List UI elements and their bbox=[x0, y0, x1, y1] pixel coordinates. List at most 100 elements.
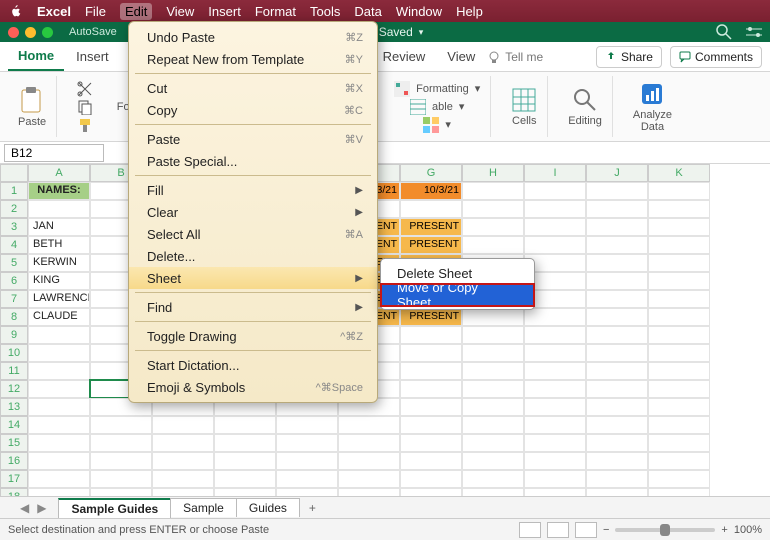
row-header[interactable]: 6 bbox=[0, 272, 28, 290]
cell[interactable] bbox=[648, 434, 710, 452]
zoom-out-icon[interactable]: − bbox=[603, 524, 609, 536]
sheet-nav-left-icon[interactable]: ◀ bbox=[20, 501, 29, 515]
menu-tools[interactable]: Tools bbox=[310, 4, 340, 19]
cell[interactable] bbox=[152, 488, 214, 496]
apple-icon[interactable] bbox=[10, 5, 23, 18]
col-header[interactable]: J bbox=[586, 164, 648, 182]
search-icon[interactable] bbox=[716, 24, 732, 40]
fullscreen-window-icon[interactable] bbox=[42, 27, 53, 38]
cell[interactable] bbox=[214, 452, 276, 470]
cell[interactable] bbox=[28, 452, 90, 470]
cell[interactable] bbox=[462, 434, 524, 452]
paste-group[interactable]: Paste bbox=[8, 76, 57, 137]
scissors-icon[interactable] bbox=[77, 81, 93, 97]
cell[interactable]: CLAUDE bbox=[28, 308, 90, 326]
cell[interactable] bbox=[400, 344, 462, 362]
cell[interactable] bbox=[648, 344, 710, 362]
cell[interactable] bbox=[586, 218, 648, 236]
cell[interactable]: JAN bbox=[28, 218, 90, 236]
cell[interactable] bbox=[648, 218, 710, 236]
cell[interactable] bbox=[90, 416, 152, 434]
cell[interactable]: LAWRENCE bbox=[28, 290, 90, 308]
menu-item[interactable]: Clear▶ bbox=[129, 201, 377, 223]
analyze-group[interactable]: Analyze Data bbox=[623, 76, 682, 137]
cell[interactable] bbox=[648, 272, 710, 290]
cell[interactable] bbox=[586, 488, 648, 496]
cell[interactable] bbox=[338, 488, 400, 496]
cell[interactable] bbox=[276, 452, 338, 470]
menu-item[interactable]: Fill▶ bbox=[129, 179, 377, 201]
cell[interactable] bbox=[28, 470, 90, 488]
row-header[interactable]: 13 bbox=[0, 398, 28, 416]
menu-edit[interactable]: Edit bbox=[120, 3, 152, 20]
menu-help[interactable]: Help bbox=[456, 4, 483, 19]
tab-view[interactable]: View bbox=[437, 43, 485, 70]
row-header[interactable]: 12 bbox=[0, 380, 28, 398]
cell[interactable] bbox=[586, 434, 648, 452]
tab-insert[interactable]: Insert bbox=[66, 43, 119, 70]
cell[interactable] bbox=[524, 326, 586, 344]
cell[interactable] bbox=[586, 326, 648, 344]
cell[interactable] bbox=[462, 470, 524, 488]
sheet-tab-bar[interactable]: ◀ ▶ Sample Guides Sample Guides + bbox=[0, 496, 770, 518]
name-box[interactable] bbox=[4, 144, 104, 162]
cell[interactable] bbox=[462, 182, 524, 200]
row-header[interactable]: 15 bbox=[0, 434, 28, 452]
cell[interactable] bbox=[524, 470, 586, 488]
cell[interactable] bbox=[214, 434, 276, 452]
page-break-view-icon[interactable] bbox=[575, 522, 597, 538]
cell[interactable] bbox=[586, 182, 648, 200]
row-header[interactable]: 4 bbox=[0, 236, 28, 254]
cell[interactable]: PRESENT bbox=[400, 308, 462, 326]
row-header[interactable]: 1 bbox=[0, 182, 28, 200]
cell[interactable] bbox=[524, 182, 586, 200]
cell[interactable] bbox=[524, 308, 586, 326]
cell[interactable] bbox=[400, 470, 462, 488]
row-header[interactable]: 2 bbox=[0, 200, 28, 218]
cell[interactable] bbox=[648, 488, 710, 496]
cell[interactable] bbox=[524, 434, 586, 452]
col-header[interactable]: K bbox=[648, 164, 710, 182]
cell[interactable] bbox=[648, 254, 710, 272]
cell[interactable] bbox=[90, 470, 152, 488]
cell[interactable] bbox=[648, 236, 710, 254]
menu-format[interactable]: Format bbox=[255, 4, 296, 19]
cell[interactable] bbox=[462, 326, 524, 344]
row-header[interactable]: 18 bbox=[0, 488, 28, 496]
cell[interactable] bbox=[648, 290, 710, 308]
cell[interactable] bbox=[90, 434, 152, 452]
cells-group[interactable]: Cells bbox=[501, 76, 548, 137]
worksheet-grid[interactable]: ABCDEFGHIJK 1NAMES:10/2/2110/3/2110/3/21… bbox=[0, 164, 770, 496]
cell[interactable] bbox=[524, 416, 586, 434]
cell[interactable] bbox=[338, 416, 400, 434]
tab-home[interactable]: Home bbox=[8, 42, 64, 71]
edit-dropdown-menu[interactable]: Undo Paste⌘ZRepeat New from Template⌘YCu… bbox=[128, 21, 378, 403]
close-window-icon[interactable] bbox=[8, 27, 19, 38]
row-header[interactable]: 8 bbox=[0, 308, 28, 326]
menu-item[interactable]: Select All⌘A bbox=[129, 223, 377, 245]
menu-item[interactable]: Emoji & Symbols^⌘Space bbox=[129, 376, 377, 398]
cell[interactable] bbox=[28, 362, 90, 380]
cell[interactable] bbox=[90, 488, 152, 496]
menu-item[interactable]: Delete... bbox=[129, 245, 377, 267]
cell[interactable] bbox=[524, 398, 586, 416]
cell[interactable]: NAMES: bbox=[28, 182, 90, 200]
menu-item[interactable]: Copy⌘C bbox=[129, 99, 377, 121]
cell[interactable] bbox=[524, 452, 586, 470]
row-header[interactable]: 10 bbox=[0, 344, 28, 362]
col-header[interactable]: G bbox=[400, 164, 462, 182]
menu-item[interactable]: Find▶ bbox=[129, 296, 377, 318]
menu-insert[interactable]: Insert bbox=[208, 4, 241, 19]
select-all-corner[interactable] bbox=[0, 164, 28, 182]
cell[interactable] bbox=[28, 434, 90, 452]
cell[interactable] bbox=[152, 434, 214, 452]
cell[interactable] bbox=[462, 308, 524, 326]
cell[interactable] bbox=[586, 398, 648, 416]
formatting-group[interactable]: Formatting ▾ able ▾ ▾ bbox=[384, 76, 491, 137]
cell[interactable] bbox=[648, 452, 710, 470]
sheet-nav-right-icon[interactable]: ▶ bbox=[37, 501, 46, 515]
menu-file[interactable]: File bbox=[85, 4, 106, 19]
new-sheet-button[interactable]: + bbox=[299, 499, 326, 517]
tab-review[interactable]: Review bbox=[373, 43, 436, 70]
minimize-window-icon[interactable] bbox=[25, 27, 36, 38]
